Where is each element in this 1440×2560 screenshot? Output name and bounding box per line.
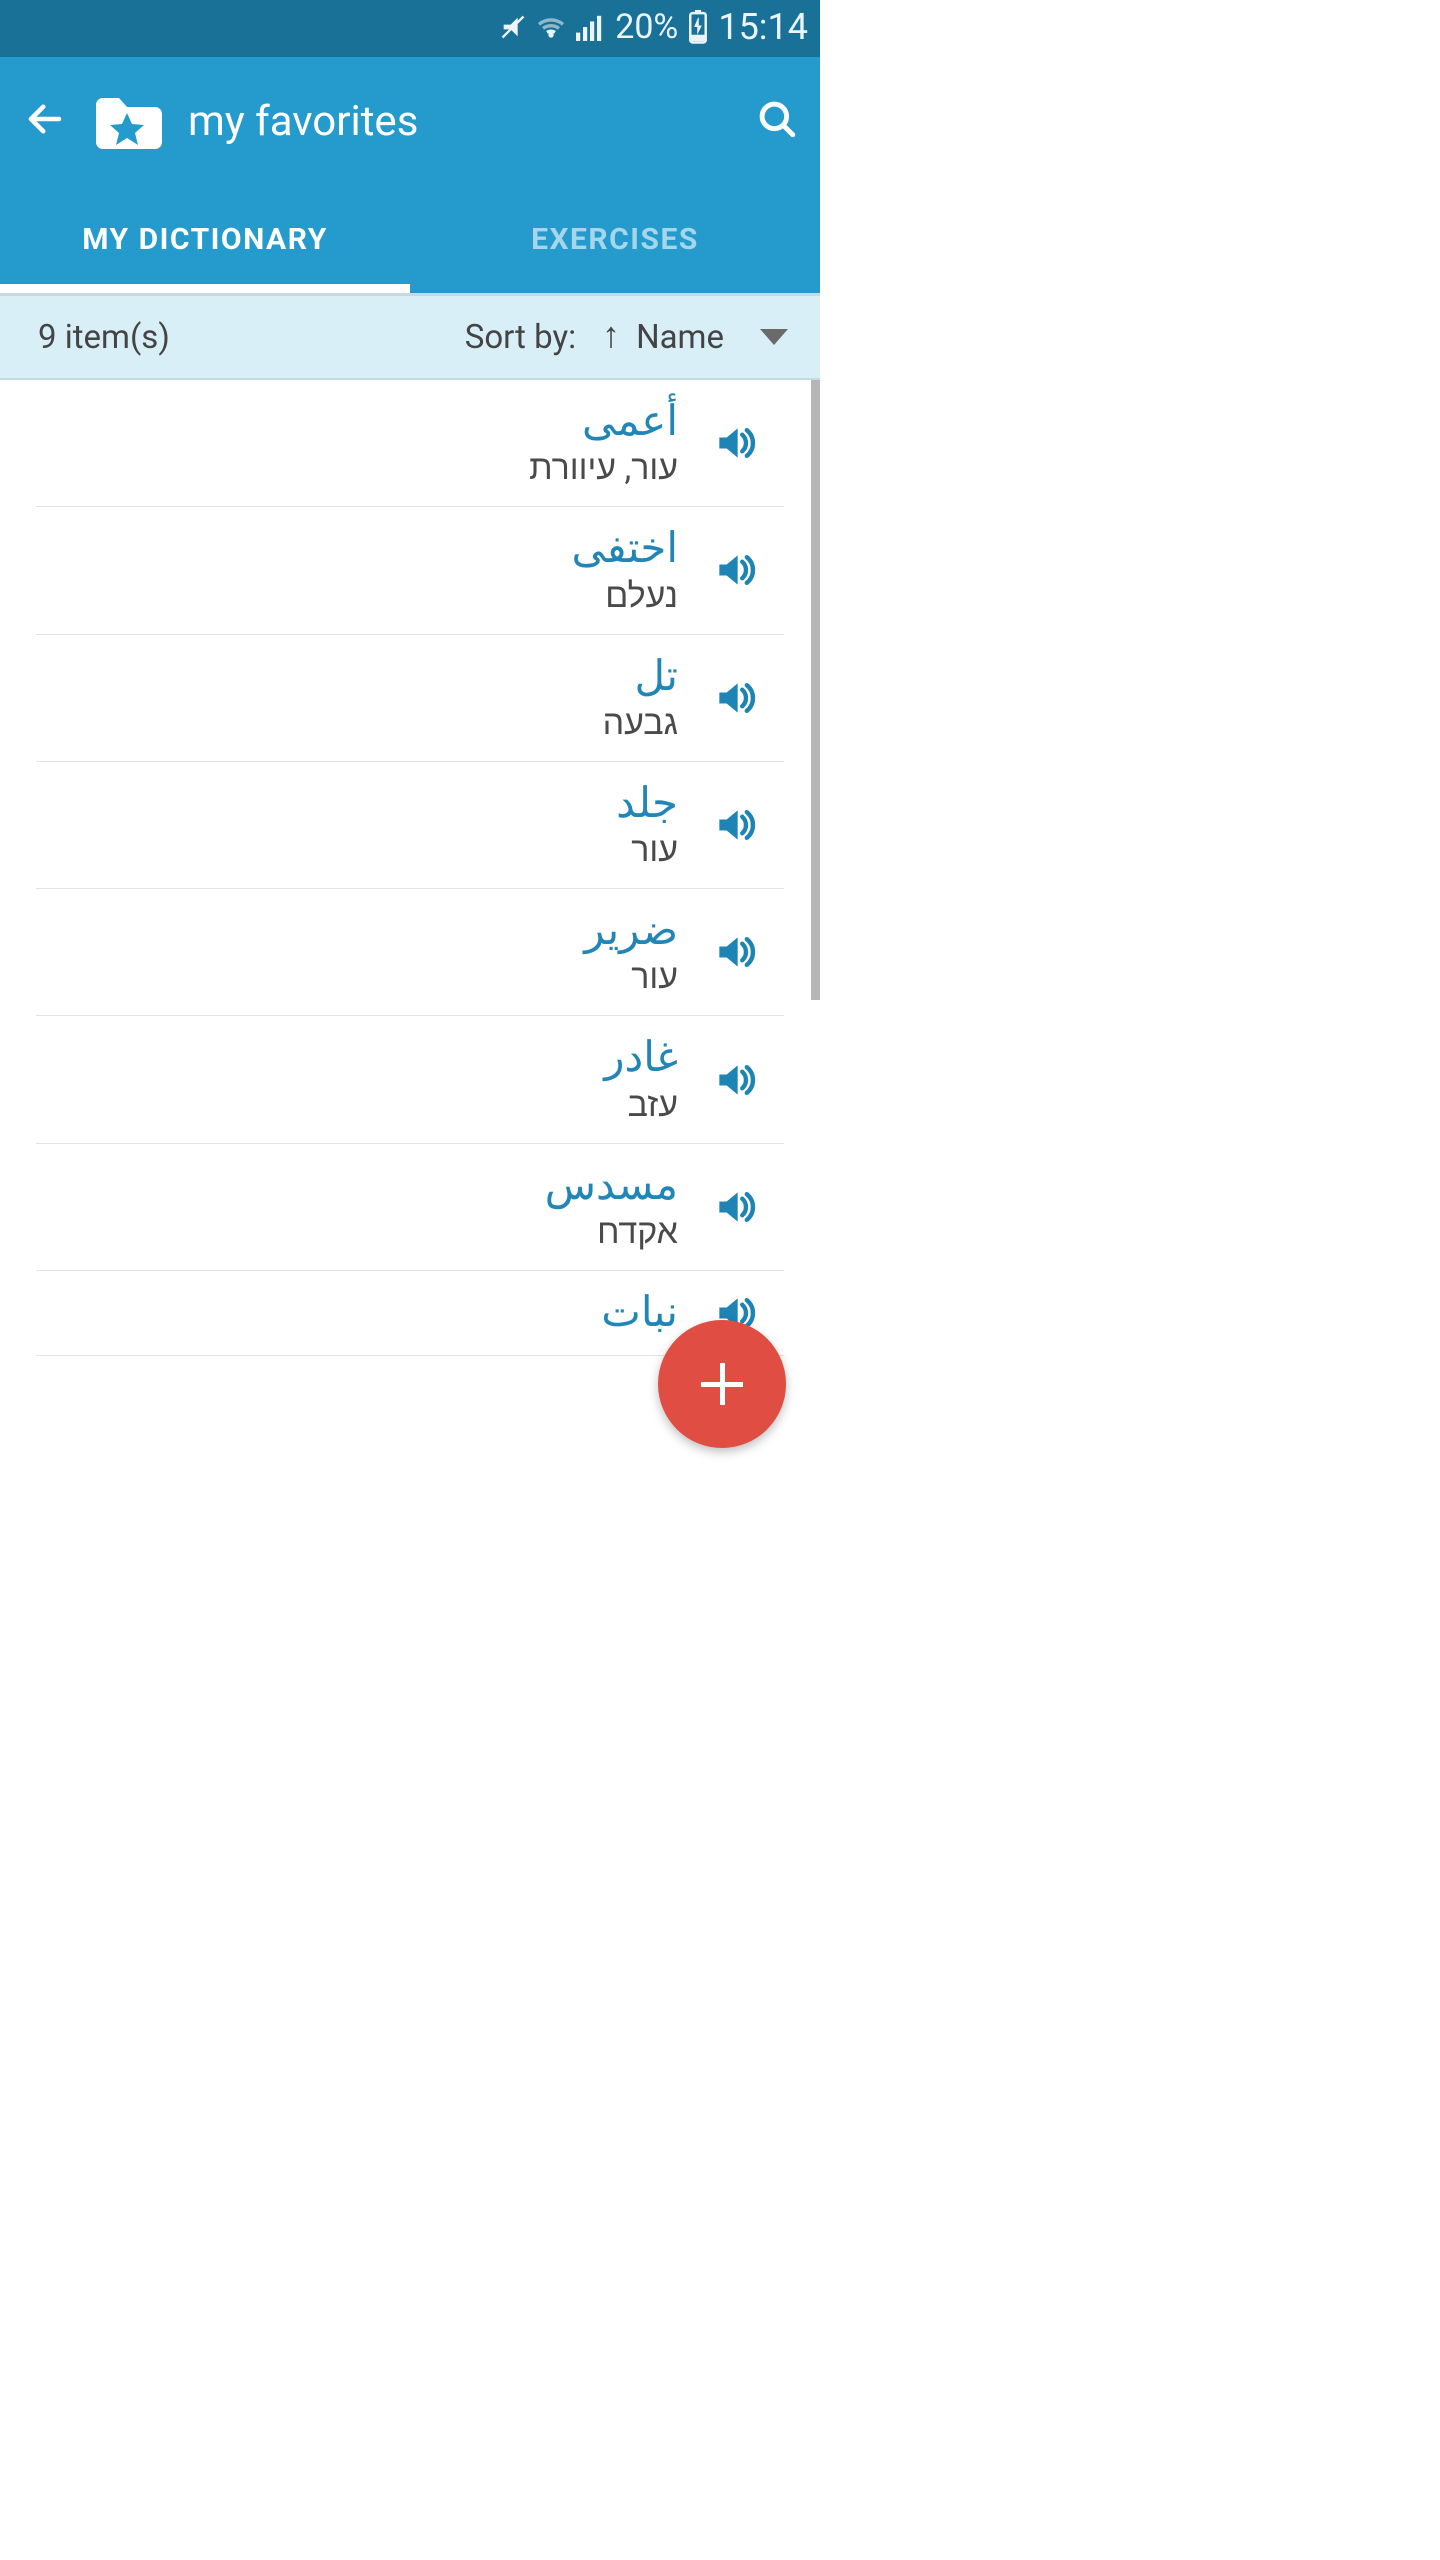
status-bar: 20% 15:14 [0, 0, 820, 57]
speaker-icon [712, 930, 756, 974]
word-text: نبات [601, 1289, 678, 1337]
sort-label: Sort by: [465, 318, 576, 357]
status-time: 15:14 [718, 6, 808, 48]
list-item[interactable]: ضرير עור [36, 889, 784, 1016]
search-button[interactable] [756, 98, 798, 144]
play-audio-button[interactable] [712, 548, 756, 592]
play-audio-button[interactable] [712, 1185, 756, 1229]
list-item[interactable]: جلد עור [36, 762, 784, 889]
favorites-folder-icon [92, 95, 162, 147]
speaker-icon [712, 676, 756, 720]
back-arrow-icon [24, 98, 66, 140]
back-button[interactable] [24, 98, 66, 144]
word-text: مسدس [545, 1162, 678, 1210]
battery-percent: 20% [615, 7, 678, 47]
list-item[interactable]: تل גבעה [36, 635, 784, 762]
word-text: أعمى [582, 398, 678, 446]
tab-my-dictionary[interactable]: MY DICTIONARY [0, 185, 410, 293]
list-item[interactable]: غادر עזב [36, 1016, 784, 1143]
translation-text: עור, עיוורת [529, 448, 678, 488]
item-count: 9 item(s) [38, 318, 465, 357]
sort-bar: 9 item(s) Sort by: ↑ Name [0, 296, 820, 380]
wifi-icon [535, 13, 567, 41]
mute-icon [499, 13, 527, 41]
translation-text: עזב [628, 1085, 678, 1125]
tab-exercises[interactable]: EXERCISES [410, 185, 820, 293]
word-text: تل [635, 653, 679, 701]
translation-text: נעלם [605, 576, 678, 616]
tabs: MY DICTIONARY EXERCISES [0, 185, 820, 293]
play-audio-button[interactable] [712, 421, 756, 465]
play-audio-button[interactable] [712, 1058, 756, 1102]
word-text: ضرير [584, 907, 678, 955]
page-title: my favorites [188, 97, 418, 146]
play-audio-button[interactable] [712, 803, 756, 847]
word-text: جلد [616, 780, 678, 828]
speaker-icon [712, 1058, 756, 1102]
play-audio-button[interactable] [712, 930, 756, 974]
signal-icon [575, 13, 605, 41]
list-item[interactable]: اختفى נעלם [36, 507, 784, 634]
word-text: غادر [604, 1034, 678, 1082]
speaker-icon [712, 1185, 756, 1229]
list-item[interactable]: مسدس אקדח [36, 1144, 784, 1271]
list-item[interactable]: أعمى עור, עיוורת [36, 380, 784, 507]
add-button[interactable] [658, 1320, 786, 1448]
play-audio-button[interactable] [712, 676, 756, 720]
translation-text: עור [631, 830, 678, 870]
sort-direction-icon[interactable]: ↑ [602, 314, 620, 356]
app-bar: my favorites MY DICTIONARY EXERCISES [0, 57, 820, 293]
battery-charging-icon [688, 10, 708, 44]
word-text: اختفى [571, 525, 678, 573]
speaker-icon [712, 803, 756, 847]
translation-text: גבעה [603, 703, 678, 743]
translation-text: עור [631, 957, 678, 997]
translation-text: אקדח [597, 1212, 678, 1252]
word-list: أعمى עור, עיוורת اختفى נעלם [0, 380, 820, 1456]
sort-dropdown-icon[interactable] [760, 329, 788, 345]
speaker-icon [712, 548, 756, 592]
speaker-icon [712, 421, 756, 465]
sort-field[interactable]: Name [636, 318, 724, 357]
search-icon [756, 98, 798, 140]
status-icons [499, 13, 605, 41]
